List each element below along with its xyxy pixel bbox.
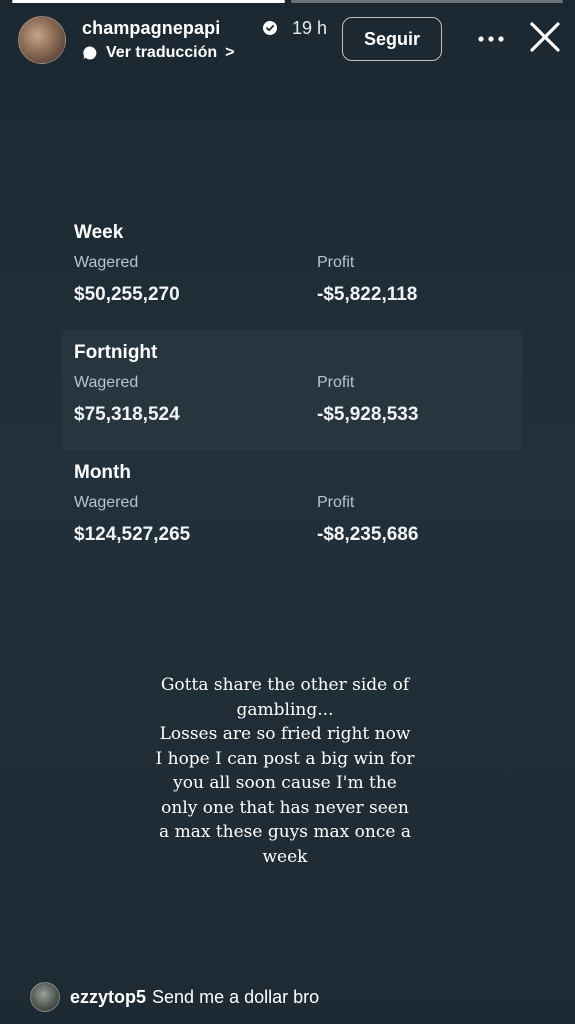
wagered-label: Wagered xyxy=(74,374,139,391)
comment-row: ezzytop5 Send me a dollar bro xyxy=(30,982,319,1012)
period-title: Week xyxy=(74,222,124,243)
caption-line: Gotta share the other side of xyxy=(160,675,410,695)
follow-button[interactable]: Seguir xyxy=(342,17,442,61)
caption-line: gambling... xyxy=(236,699,334,720)
timestamp: 19 h xyxy=(292,18,328,38)
chevron-right-icon: > xyxy=(225,44,235,61)
period-title: Fortnight xyxy=(74,342,158,363)
story-header: champagnepapi 19 h Ver traducción > Segu… xyxy=(18,14,561,66)
period-title: Month xyxy=(74,462,131,483)
story-caption: Gotta share the other side of gambling..… xyxy=(130,673,440,869)
profit-label: Profit xyxy=(317,254,355,271)
commenter-avatar[interactable] xyxy=(30,982,60,1012)
wagered-label: Wagered xyxy=(74,254,139,271)
profit-label: Profit xyxy=(317,374,355,391)
more-dots-icon xyxy=(478,36,504,42)
caption-line: I hope I can post a big win for xyxy=(155,748,415,769)
progress-fill xyxy=(12,0,285,3)
caption-line: Losses are so fried right now xyxy=(159,724,411,744)
profit-value: -$5,822,118 xyxy=(317,284,418,305)
close-icon[interactable] xyxy=(528,20,562,54)
progress-segment xyxy=(12,0,285,3)
avatar[interactable] xyxy=(18,16,66,64)
comment-text: Send me a dollar bro xyxy=(152,986,320,1007)
wagered-value: $75,318,524 xyxy=(74,404,180,425)
story-progress-bar xyxy=(12,0,563,3)
caption-line: a max these guys max once a xyxy=(159,822,411,842)
wagered-value: $50,255,270 xyxy=(74,284,180,305)
wagered-value: $124,527,265 xyxy=(74,524,191,545)
translate-label: Ver traducción xyxy=(106,44,218,61)
caption-line: you all soon cause I'm the xyxy=(173,773,397,793)
stats-period-week: Week Wagered Profit $50,255,270 -$5,822,… xyxy=(62,210,522,330)
stats-period-fortnight: Fortnight Wagered Profit $75,318,524 -$5… xyxy=(62,330,522,450)
username[interactable]: champagnepapi xyxy=(82,18,220,39)
commenter-username[interactable]: ezzytop5 xyxy=(70,987,146,1008)
speech-bubble-icon xyxy=(83,46,97,60)
caption-line: week xyxy=(262,846,308,867)
profit-value: -$8,235,686 xyxy=(317,524,419,545)
stats-period-month: Month Wagered Profit $124,527,265 -$8,23… xyxy=(62,450,522,570)
profit-value: -$5,928,533 xyxy=(317,404,419,425)
verified-badge-icon xyxy=(263,21,277,35)
progress-segment xyxy=(290,0,563,3)
wagered-label: Wagered xyxy=(74,494,139,511)
caption-line: only one that has never seen xyxy=(161,797,409,818)
profit-label: Profit xyxy=(317,494,355,511)
translate-link[interactable]: Ver traducción > xyxy=(82,44,235,62)
more-options-button[interactable] xyxy=(476,24,506,54)
gambling-stats-panel: Week Wagered Profit $50,255,270 -$5,822,… xyxy=(62,210,522,570)
